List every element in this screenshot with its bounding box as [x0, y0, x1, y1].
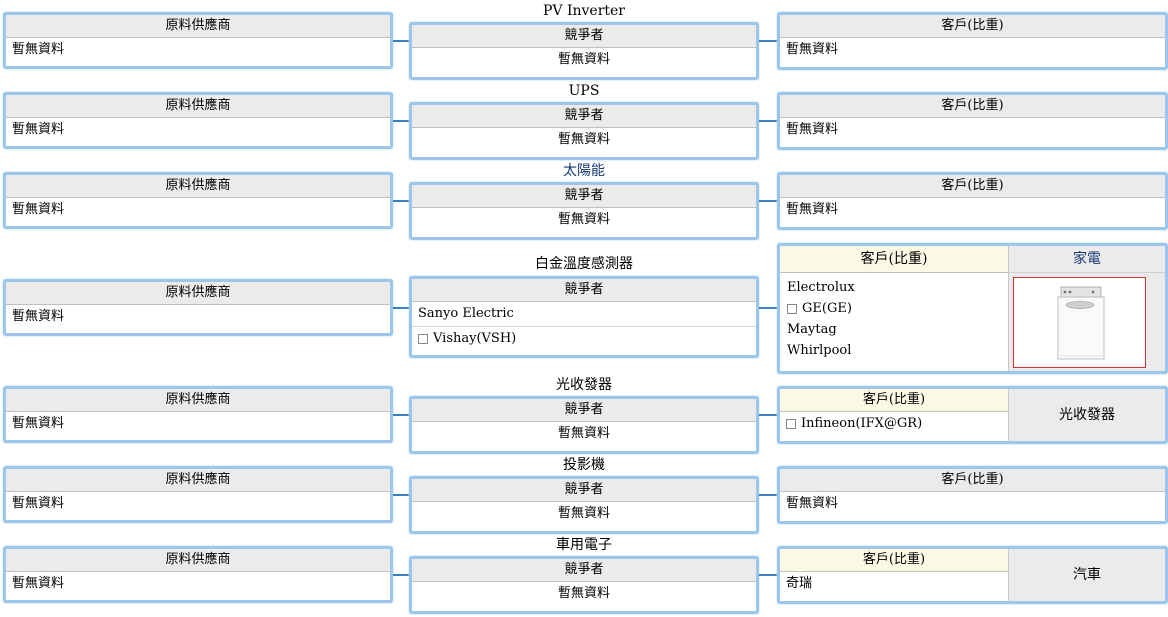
supplier-empty: 暫無資料 — [12, 42, 65, 57]
competitor-item[interactable]: Vishay(VSH) — [412, 327, 756, 351]
supplier-box: 原料供應商 暫無資料 — [3, 546, 393, 603]
product-title[interactable]: 車用電子 — [409, 536, 759, 554]
product-title[interactable]: 白金溫度感測器 — [409, 255, 759, 273]
category-panel: 汽車 — [1008, 549, 1165, 601]
competitor-header: 競爭者 — [412, 559, 756, 582]
customer-empty: 暫無資料 — [786, 202, 839, 217]
competitor-box: 競爭者 暫無資料 — [409, 396, 759, 454]
product-title[interactable]: 光收發器 — [409, 376, 759, 394]
competitor-name: Sanyo Electric — [418, 306, 514, 321]
supplier-box: 原料供應商 暫無資料 — [3, 172, 393, 229]
customer-header: 客戶(比重) — [780, 95, 1165, 118]
connector-line — [759, 307, 779, 309]
competitor-empty: 暫無資料 — [557, 212, 610, 227]
product-title[interactable]: 投影機 — [409, 456, 759, 474]
customer-box: 客戶(比重) Electrolux GE(GE) Maytag Whirlpoo… — [777, 243, 1168, 374]
supplier-empty: 暫無資料 — [12, 309, 65, 324]
customer-box: 客戶(比重) 暫無資料 — [777, 12, 1168, 70]
supplier-box: 原料供應商 暫無資料 — [3, 12, 393, 69]
supplier-empty: 暫無資料 — [12, 496, 65, 511]
supplier-empty: 暫無資料 — [12, 416, 65, 431]
supplier-box: 原料供應商 暫無資料 — [3, 279, 393, 336]
customer-empty: 暫無資料 — [786, 496, 839, 511]
connector-line — [759, 40, 779, 42]
product-title[interactable]: PV Inverter — [409, 2, 759, 20]
checkbox[interactable] — [418, 333, 428, 344]
supplier-empty: 暫無資料 — [12, 122, 65, 137]
competitor-box: 競爭者 暫無資料 — [409, 22, 759, 80]
customer-box: 客戶(比重) 暫無資料 — [777, 466, 1168, 524]
customer-item[interactable]: Whirlpool — [787, 340, 1001, 361]
competitor-header: 競爭者 — [412, 25, 756, 48]
competitor-box: 競爭者 暫無資料 — [409, 182, 759, 240]
checkbox[interactable] — [786, 418, 796, 429]
competitor-box: 競爭者 暫無資料 — [409, 476, 759, 534]
customer-name: Infineon(IFX@GR) — [801, 416, 923, 431]
customer-header: 客戶(比重) — [780, 389, 1008, 412]
category-label[interactable]: 光收發器 — [1059, 407, 1115, 423]
product-title[interactable]: UPS — [409, 82, 759, 100]
competitor-header: 競爭者 — [412, 279, 756, 302]
connector-line — [759, 574, 779, 576]
supplier-empty: 暫無資料 — [12, 202, 65, 217]
competitor-header: 競爭者 — [412, 479, 756, 502]
category-label[interactable]: 汽車 — [1073, 567, 1101, 583]
supplier-header: 原料供應商 — [6, 15, 390, 38]
connector-line — [759, 200, 779, 202]
competitor-empty: 暫無資料 — [557, 586, 610, 601]
competitor-empty: 暫無資料 — [557, 426, 610, 441]
supplier-header: 原料供應商 — [6, 175, 390, 198]
supplier-box: 原料供應商 暫無資料 — [3, 92, 393, 149]
washing-machine-icon[interactable] — [1013, 277, 1146, 368]
customer-item[interactable]: GE(GE) — [787, 298, 1001, 319]
customer-header: 客戶(比重) — [780, 549, 1008, 572]
customer-box: 客戶(比重) 暫無資料 — [777, 92, 1168, 150]
competitor-box: 競爭者 Sanyo Electric Vishay(VSH) — [409, 276, 759, 358]
customer-item[interactable]: Electrolux — [787, 277, 1001, 298]
connector-line — [759, 120, 779, 122]
product-title[interactable]: 太陽能 — [409, 162, 759, 180]
competitor-empty: 暫無資料 — [557, 132, 610, 147]
customer-header: 客戶(比重) — [780, 15, 1165, 38]
customer-box: 客戶(比重) Infineon(IFX@GR) 光收發器 — [777, 386, 1168, 444]
customer-header: 客戶(比重) — [780, 469, 1165, 492]
competitor-empty: 暫無資料 — [557, 506, 610, 521]
customer-empty: 暫無資料 — [786, 122, 839, 137]
connector-line — [759, 414, 779, 416]
supplier-header: 原料供應商 — [6, 389, 390, 412]
customer-item[interactable]: Infineon(IFX@GR) — [780, 412, 1008, 436]
connector-line — [759, 494, 779, 496]
customer-empty: 暫無資料 — [786, 42, 839, 57]
customer-box: 客戶(比重) 暫無資料 — [777, 172, 1168, 230]
supplier-empty: 暫無資料 — [12, 576, 65, 591]
supplier-header: 原料供應商 — [6, 469, 390, 492]
customer-box: 客戶(比重) 奇瑞 汽車 — [777, 546, 1168, 604]
competitor-name: Vishay(VSH) — [433, 331, 517, 346]
competitor-box: 競爭者 暫無資料 — [409, 556, 759, 614]
category-panel: 家電 — [1008, 246, 1165, 371]
customer-item[interactable]: Maytag — [787, 319, 1001, 340]
competitor-header: 競爭者 — [412, 185, 756, 208]
competitor-empty: 暫無資料 — [557, 52, 610, 67]
supplier-box: 原料供應商 暫無資料 — [3, 386, 393, 443]
supplier-header: 原料供應商 — [6, 549, 390, 572]
customer-item[interactable]: 奇瑞 — [780, 572, 1008, 596]
competitor-header: 競爭者 — [412, 105, 756, 128]
competitor-header: 競爭者 — [412, 399, 756, 422]
supplier-header: 原料供應商 — [6, 282, 390, 305]
supplier-box: 原料供應商 暫無資料 — [3, 466, 393, 523]
customer-header: 客戶(比重) — [780, 175, 1165, 198]
supplier-header: 原料供應商 — [6, 95, 390, 118]
customer-header: 客戶(比重) — [780, 246, 1008, 273]
customer-name: GE(GE) — [802, 301, 852, 316]
competitor-item[interactable]: Sanyo Electric — [412, 302, 756, 327]
category-label[interactable]: 家電 — [1009, 246, 1165, 273]
competitor-box: 競爭者 暫無資料 — [409, 102, 759, 160]
category-panel: 光收發器 — [1008, 389, 1165, 441]
checkbox[interactable] — [787, 303, 797, 314]
